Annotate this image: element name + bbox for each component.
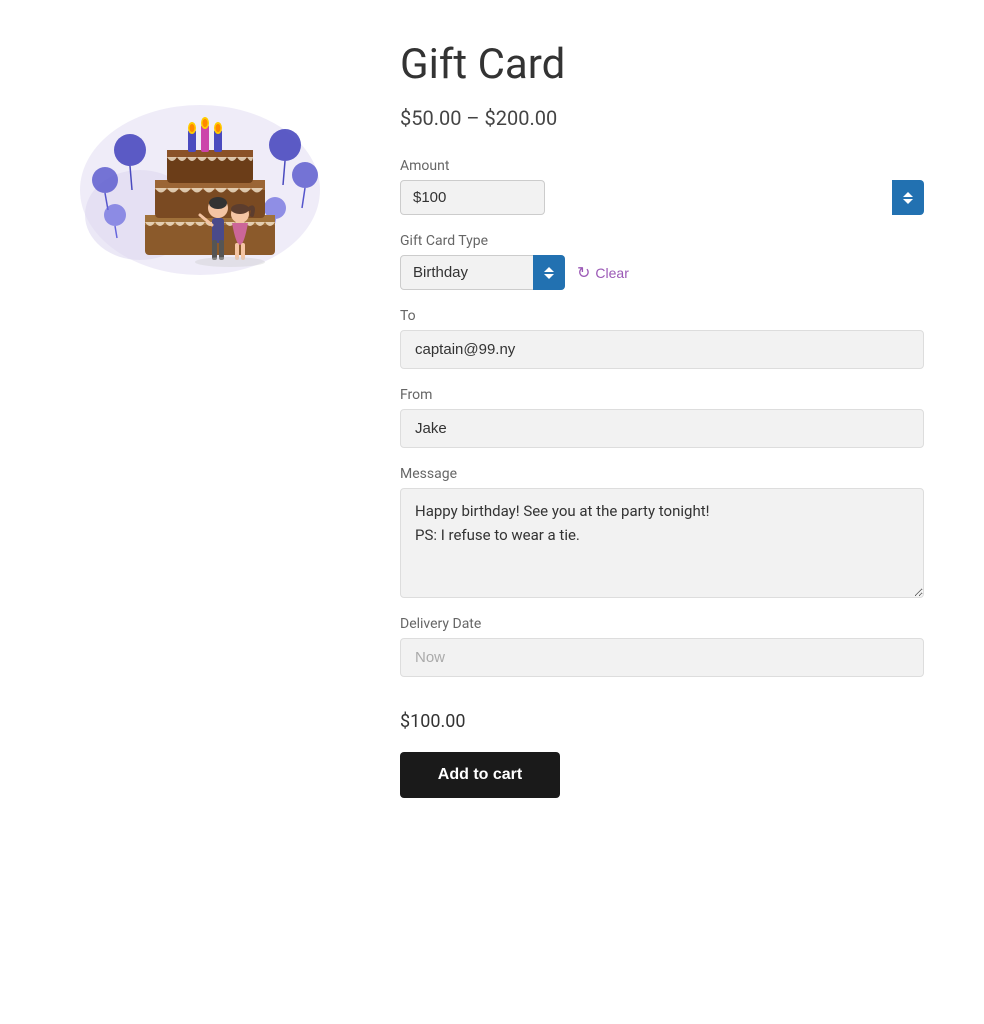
type-spinner-button[interactable] — [533, 255, 565, 290]
price-range: $50.00 – $200.00 — [400, 106, 924, 130]
product-title: Gift Card — [400, 40, 924, 90]
gift-card-type-field-group: Gift Card Type Birthday Holiday Thank Yo… — [400, 233, 924, 290]
product-illustration — [70, 60, 330, 280]
type-select-wrapper: Birthday Holiday Thank You Congratulatio… — [400, 255, 565, 290]
to-field-group: To — [400, 308, 924, 369]
product-detail-column: Gift Card $50.00 – $200.00 Amount $50 $1… — [400, 40, 924, 798]
gift-card-type-label: Gift Card Type — [400, 233, 924, 249]
clear-button[interactable]: ↻ Clear — [577, 263, 629, 283]
delivery-date-input[interactable] — [400, 638, 924, 677]
amount-spinner-up-icon — [903, 192, 913, 197]
delivery-date-field-group: Delivery Date — [400, 616, 924, 677]
gift-card-type-row: Birthday Holiday Thank You Congratulatio… — [400, 255, 924, 290]
amount-select[interactable]: $50 $100 $150 $200 — [400, 180, 545, 215]
delivery-date-label: Delivery Date — [400, 616, 924, 632]
message-label: Message — [400, 466, 924, 482]
total-price: $100.00 — [400, 711, 924, 732]
birthday-illustration-svg — [70, 60, 330, 280]
type-spinner-down-icon — [544, 274, 554, 279]
to-input[interactable] — [400, 330, 924, 369]
message-textarea[interactable]: Happy birthday! See you at the party ton… — [400, 488, 924, 598]
add-to-cart-label: Add to cart — [438, 766, 522, 783]
type-spinner-up-icon — [544, 267, 554, 272]
amount-select-wrapper: $50 $100 $150 $200 — [400, 180, 924, 215]
illustration-column — [60, 40, 340, 280]
amount-spinner-down-icon — [903, 199, 913, 204]
message-field-group: Message Happy birthday! See you at the p… — [400, 466, 924, 598]
amount-field-group: Amount $50 $100 $150 $200 — [400, 158, 924, 215]
add-to-cart-button[interactable]: Add to cart — [400, 752, 560, 798]
amount-spinner-button[interactable] — [892, 180, 924, 215]
clear-button-label: Clear — [595, 265, 628, 281]
refresh-icon: ↻ — [577, 263, 590, 283]
amount-label: Amount — [400, 158, 924, 174]
from-field-group: From — [400, 387, 924, 448]
page-container: Gift Card $50.00 – $200.00 Amount $50 $1… — [0, 0, 984, 838]
to-label: To — [400, 308, 924, 324]
from-input[interactable] — [400, 409, 924, 448]
from-label: From — [400, 387, 924, 403]
